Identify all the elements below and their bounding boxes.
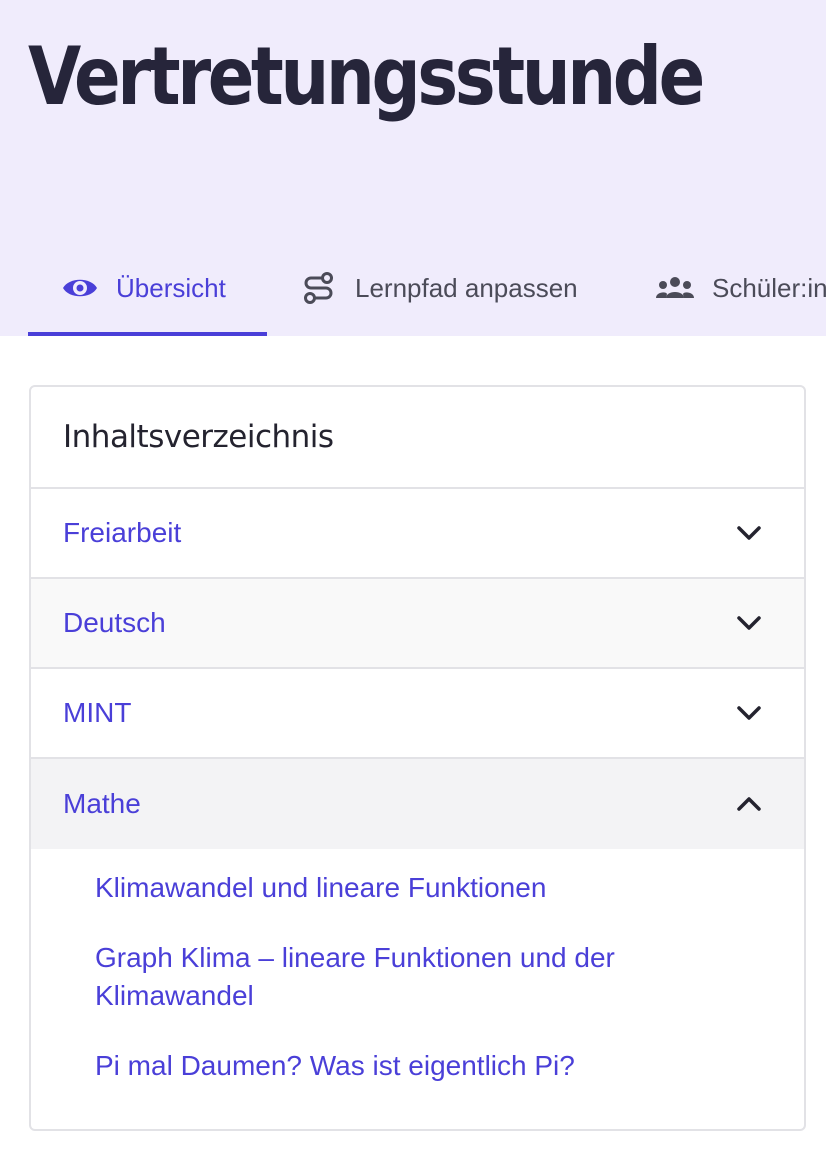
table-of-contents: Inhaltsverzeichnis Freiarbeit Deutsch MI… [29, 385, 806, 1131]
toc-section-mathe[interactable]: Mathe [31, 759, 804, 849]
toc-section-label: MINT [63, 697, 132, 728]
chevron-down-icon [734, 608, 764, 638]
toc-title: Inhaltsverzeichnis [31, 387, 804, 489]
toc-link-graph-klima[interactable]: Graph Klima – lineare Funktionen und der… [95, 939, 715, 1015]
toc-section-label: Deutsch [63, 607, 166, 638]
chevron-up-icon [734, 789, 764, 819]
route-icon [302, 271, 336, 305]
tab-overview-label: Übersicht [116, 272, 226, 303]
chevron-down-icon [734, 698, 764, 728]
tab-students-label: Schüler:in [712, 272, 826, 303]
toc-section-label: Freiarbeit [63, 517, 182, 548]
users-icon [655, 274, 695, 302]
tab-bar: Übersicht Lernpfad anpassen Schüler:in [0, 240, 826, 336]
active-tab-indicator [28, 332, 267, 336]
toc-link-klimawandel-lineare-funktionen[interactable]: Klimawandel und lineare Funktionen [95, 869, 715, 907]
tab-students[interactable]: Schüler:in [655, 240, 826, 336]
toc-section-deutsch[interactable]: Deutsch [31, 579, 804, 669]
toc-section-label: Mathe [63, 788, 141, 819]
toc-link-pi-mal-daumen[interactable]: Pi mal Daumen? Was ist eigentlich Pi? [95, 1047, 715, 1085]
tab-adjust-learning-path-label: Lernpfad anpassen [355, 272, 578, 303]
page-header: Vertretungsstunde Übersicht Lernpfad anp… [0, 0, 826, 336]
toc-mathe-items: Klimawandel und lineare Funktionen Graph… [31, 849, 804, 1085]
tab-adjust-learning-path[interactable]: Lernpfad anpassen [302, 240, 578, 336]
toc-section-mint[interactable]: MINT [31, 669, 804, 759]
toc-section-freiarbeit[interactable]: Freiarbeit [31, 489, 804, 579]
eye-icon [61, 274, 99, 302]
tab-overview[interactable]: Übersicht [61, 240, 226, 336]
chevron-down-icon [734, 518, 764, 548]
page-title: Vertretungsstunde [28, 30, 705, 123]
